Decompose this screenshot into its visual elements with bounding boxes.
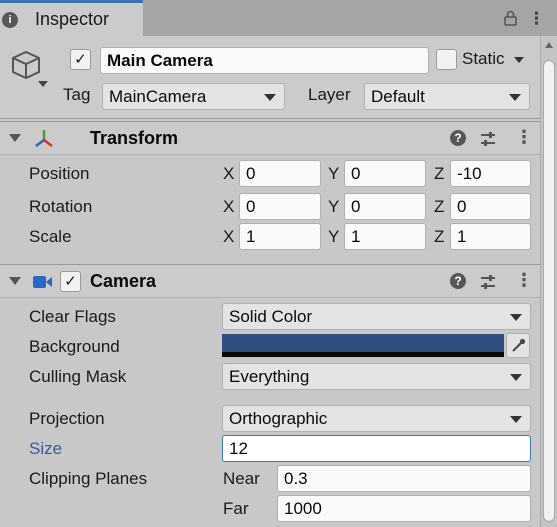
tab-inspector[interactable]: i Inspector [0, 0, 143, 36]
culling-mask-value: Everything [229, 367, 310, 386]
rotation-z-input[interactable]: 0 [450, 193, 531, 220]
chevron-down-icon [510, 314, 522, 321]
info-icon: i [2, 12, 18, 28]
scale-y-input[interactable]: 1 [344, 223, 426, 250]
layer-label: Layer [308, 85, 351, 104]
scroll-thumb[interactable] [543, 60, 555, 522]
scale-x-input[interactable]: 1 [239, 223, 321, 250]
rotation-x-input[interactable]: 0 [239, 193, 321, 220]
static-dropdown-icon[interactable] [514, 57, 524, 63]
help-icon[interactable]: ? [450, 130, 466, 146]
transform-header[interactable]: Transform ? ⋮ [0, 121, 540, 155]
position-y-label[interactable]: Y [328, 164, 339, 184]
layer-dropdown[interactable]: Default [364, 83, 530, 110]
transform-axes-icon [33, 127, 55, 154]
size-input[interactable]: 12 [222, 435, 531, 462]
position-label[interactable]: Position [29, 164, 89, 184]
transform-title: Transform [90, 128, 179, 148]
eyedropper-icon[interactable] [506, 333, 530, 358]
far-label[interactable]: Far [223, 499, 249, 519]
rotation-y-input[interactable]: 0 [344, 193, 426, 220]
chevron-down-icon [264, 94, 276, 101]
far-input[interactable]: 1000 [277, 495, 531, 522]
near-label[interactable]: Near [223, 469, 260, 489]
scale-y-label[interactable]: Y [328, 227, 339, 247]
clear-flags-dropdown[interactable]: Solid Color [222, 303, 531, 330]
rotation-label[interactable]: Rotation [29, 197, 92, 217]
position-y-input[interactable]: 0 [344, 160, 426, 187]
culling-mask-label: Culling Mask [29, 367, 127, 386]
help-icon[interactable]: ? [450, 273, 466, 289]
background-color-field[interactable] [222, 334, 504, 357]
kebab-icon[interactable]: ⋮ [528, 9, 545, 29]
projection-label: Projection [29, 409, 105, 428]
component-menu-icon[interactable]: ⋮ [515, 270, 533, 291]
culling-mask-dropdown[interactable]: Everything [222, 363, 531, 390]
video-camera-icon [33, 274, 53, 294]
clear-flags-label: Clear Flags [29, 307, 116, 326]
foldout-arrow-icon[interactable] [9, 134, 21, 142]
tab-title: Inspector [35, 9, 110, 29]
object-name-input[interactable]: Main Camera [100, 47, 429, 74]
static-checkbox[interactable] [436, 49, 457, 70]
gameobject-header: ✓ Main Camera Static Tag MainCamera Laye… [0, 36, 540, 119]
background-label: Background [29, 337, 120, 356]
tab-bar: i Inspector ⋮ [0, 0, 557, 36]
static-label[interactable]: Static [462, 49, 505, 69]
preset-sliders-icon[interactable] [479, 130, 497, 153]
camera-title: Camera [90, 271, 157, 291]
rotation-z-label[interactable]: Z [434, 197, 444, 217]
chevron-down-icon [510, 416, 522, 423]
component-menu-icon[interactable]: ⋮ [515, 127, 533, 148]
camera-enabled-checkbox[interactable]: ✓ [60, 271, 81, 292]
rotation-x-label[interactable]: X [223, 197, 234, 217]
lock-icon[interactable] [504, 10, 517, 31]
scale-label[interactable]: Scale [29, 227, 72, 247]
projection-value: Orthographic [229, 409, 328, 428]
position-z-label[interactable]: Z [434, 164, 444, 184]
camera-header[interactable]: ✓ Camera ? ⋮ [0, 264, 540, 298]
active-checkbox[interactable]: ✓ [70, 49, 91, 70]
rotation-y-label[interactable]: Y [328, 197, 339, 217]
chevron-down-icon [510, 374, 522, 381]
scale-x-label[interactable]: X [223, 227, 234, 247]
size-label[interactable]: Size [29, 439, 62, 459]
tag-dropdown[interactable]: MainCamera [102, 83, 285, 110]
preset-sliders-icon[interactable] [479, 273, 497, 296]
chevron-down-icon [509, 94, 521, 101]
scale-z-label[interactable]: Z [434, 227, 444, 247]
tag-label: Tag [63, 85, 91, 104]
clipping-planes-label: Clipping Planes [29, 469, 148, 488]
near-input[interactable]: 0.3 [277, 465, 531, 492]
foldout-arrow-icon[interactable] [9, 277, 21, 285]
layer-value: Default [371, 87, 425, 106]
position-z-input[interactable]: -10 [450, 160, 531, 187]
scrollbar[interactable] [540, 36, 557, 527]
projection-dropdown[interactable]: Orthographic [222, 405, 531, 432]
cube-icon[interactable] [10, 49, 50, 96]
clear-flags-value: Solid Color [229, 307, 313, 326]
position-x-label[interactable]: X [223, 164, 234, 184]
position-x-input[interactable]: 0 [239, 160, 321, 187]
tag-value: MainCamera [109, 87, 207, 106]
scale-z-input[interactable]: 1 [450, 223, 531, 250]
scroll-up-arrow-icon[interactable] [545, 42, 553, 48]
